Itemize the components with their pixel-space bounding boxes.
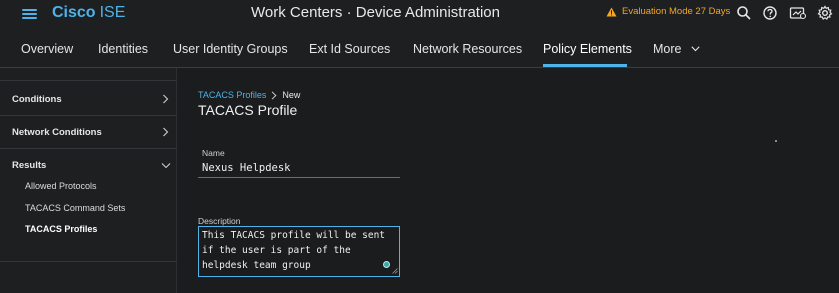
sidebar-section-results[interactable]: Results xyxy=(0,149,177,181)
notifications-icon[interactable] xyxy=(789,5,807,21)
search-icon[interactable] xyxy=(736,5,752,21)
tab-identities[interactable]: Identities xyxy=(98,42,148,56)
brand-product: ISE xyxy=(99,4,126,21)
sidebar-section-label: Results xyxy=(12,160,47,171)
description-field-label: Description xyxy=(198,216,241,226)
main-content: TACACS Profiles New TACACS Profile Name … xyxy=(178,68,839,293)
tab-more-label: More xyxy=(653,42,682,56)
brand-logo[interactable]: Cisco ISE xyxy=(52,4,125,22)
tab-policy-elements[interactable]: Policy Elements xyxy=(543,42,632,56)
tab-more[interactable]: More xyxy=(653,42,700,56)
breadcrumb-parent-link[interactable]: TACACS Profiles xyxy=(198,90,266,100)
sidebar-spacer xyxy=(0,68,177,81)
sidebar-section-label: Conditions xyxy=(12,94,62,105)
help-icon[interactable] xyxy=(762,5,778,21)
name-field[interactable] xyxy=(198,158,400,178)
evaluation-mode-text: Evaluation Mode 27 Days xyxy=(622,6,731,17)
sidebar-divider xyxy=(0,261,177,262)
active-tab-indicator xyxy=(543,64,627,67)
chevron-down-icon xyxy=(161,163,171,169)
menu-icon[interactable] xyxy=(22,8,37,20)
decorative-dot xyxy=(775,140,777,142)
sidebar: Conditions Network Conditions Results Al… xyxy=(0,68,177,293)
chevron-right-icon xyxy=(163,94,169,104)
breadcrumb: TACACS Profiles New xyxy=(198,90,300,100)
sidebar-item-tacacs-command-sets[interactable]: TACACS Command Sets xyxy=(25,203,125,213)
description-field[interactable] xyxy=(198,226,400,277)
sidebar-section-label: Network Conditions xyxy=(12,127,102,138)
page-title: TACACS Profile xyxy=(198,102,298,118)
warning-icon xyxy=(606,7,617,16)
primary-navigation: Overview Identities User Identity Groups… xyxy=(0,27,839,68)
chevron-right-icon xyxy=(272,90,277,100)
tab-network-resources[interactable]: Network Resources xyxy=(413,42,522,56)
sidebar-item-tacacs-profiles[interactable]: TACACS Profiles xyxy=(25,224,97,234)
name-field-label: Name xyxy=(202,148,225,158)
sidebar-section-conditions[interactable]: Conditions xyxy=(0,82,177,115)
resize-handle-icon[interactable] xyxy=(392,268,398,274)
sidebar-section-network-conditions[interactable]: Network Conditions xyxy=(0,116,177,148)
chevron-down-icon xyxy=(691,46,700,52)
evaluation-mode-notice[interactable]: Evaluation Mode 27 Days xyxy=(606,6,730,17)
tab-ext-id-sources[interactable]: Ext Id Sources xyxy=(309,42,390,56)
grammar-check-icon[interactable] xyxy=(383,261,390,268)
tab-overview[interactable]: Overview xyxy=(21,42,73,56)
sidebar-item-allowed-protocols[interactable]: Allowed Protocols xyxy=(25,181,97,191)
top-header: Cisco ISE Work Centers · Device Administr… xyxy=(0,0,839,27)
tab-user-identity-groups[interactable]: User Identity Groups xyxy=(173,42,288,56)
page-heading: Work Centers · Device Administration xyxy=(251,4,500,21)
settings-icon[interactable] xyxy=(817,5,833,21)
brand-name: Cisco xyxy=(52,4,96,21)
breadcrumb-current: New xyxy=(282,90,301,100)
chevron-right-icon xyxy=(163,127,169,137)
